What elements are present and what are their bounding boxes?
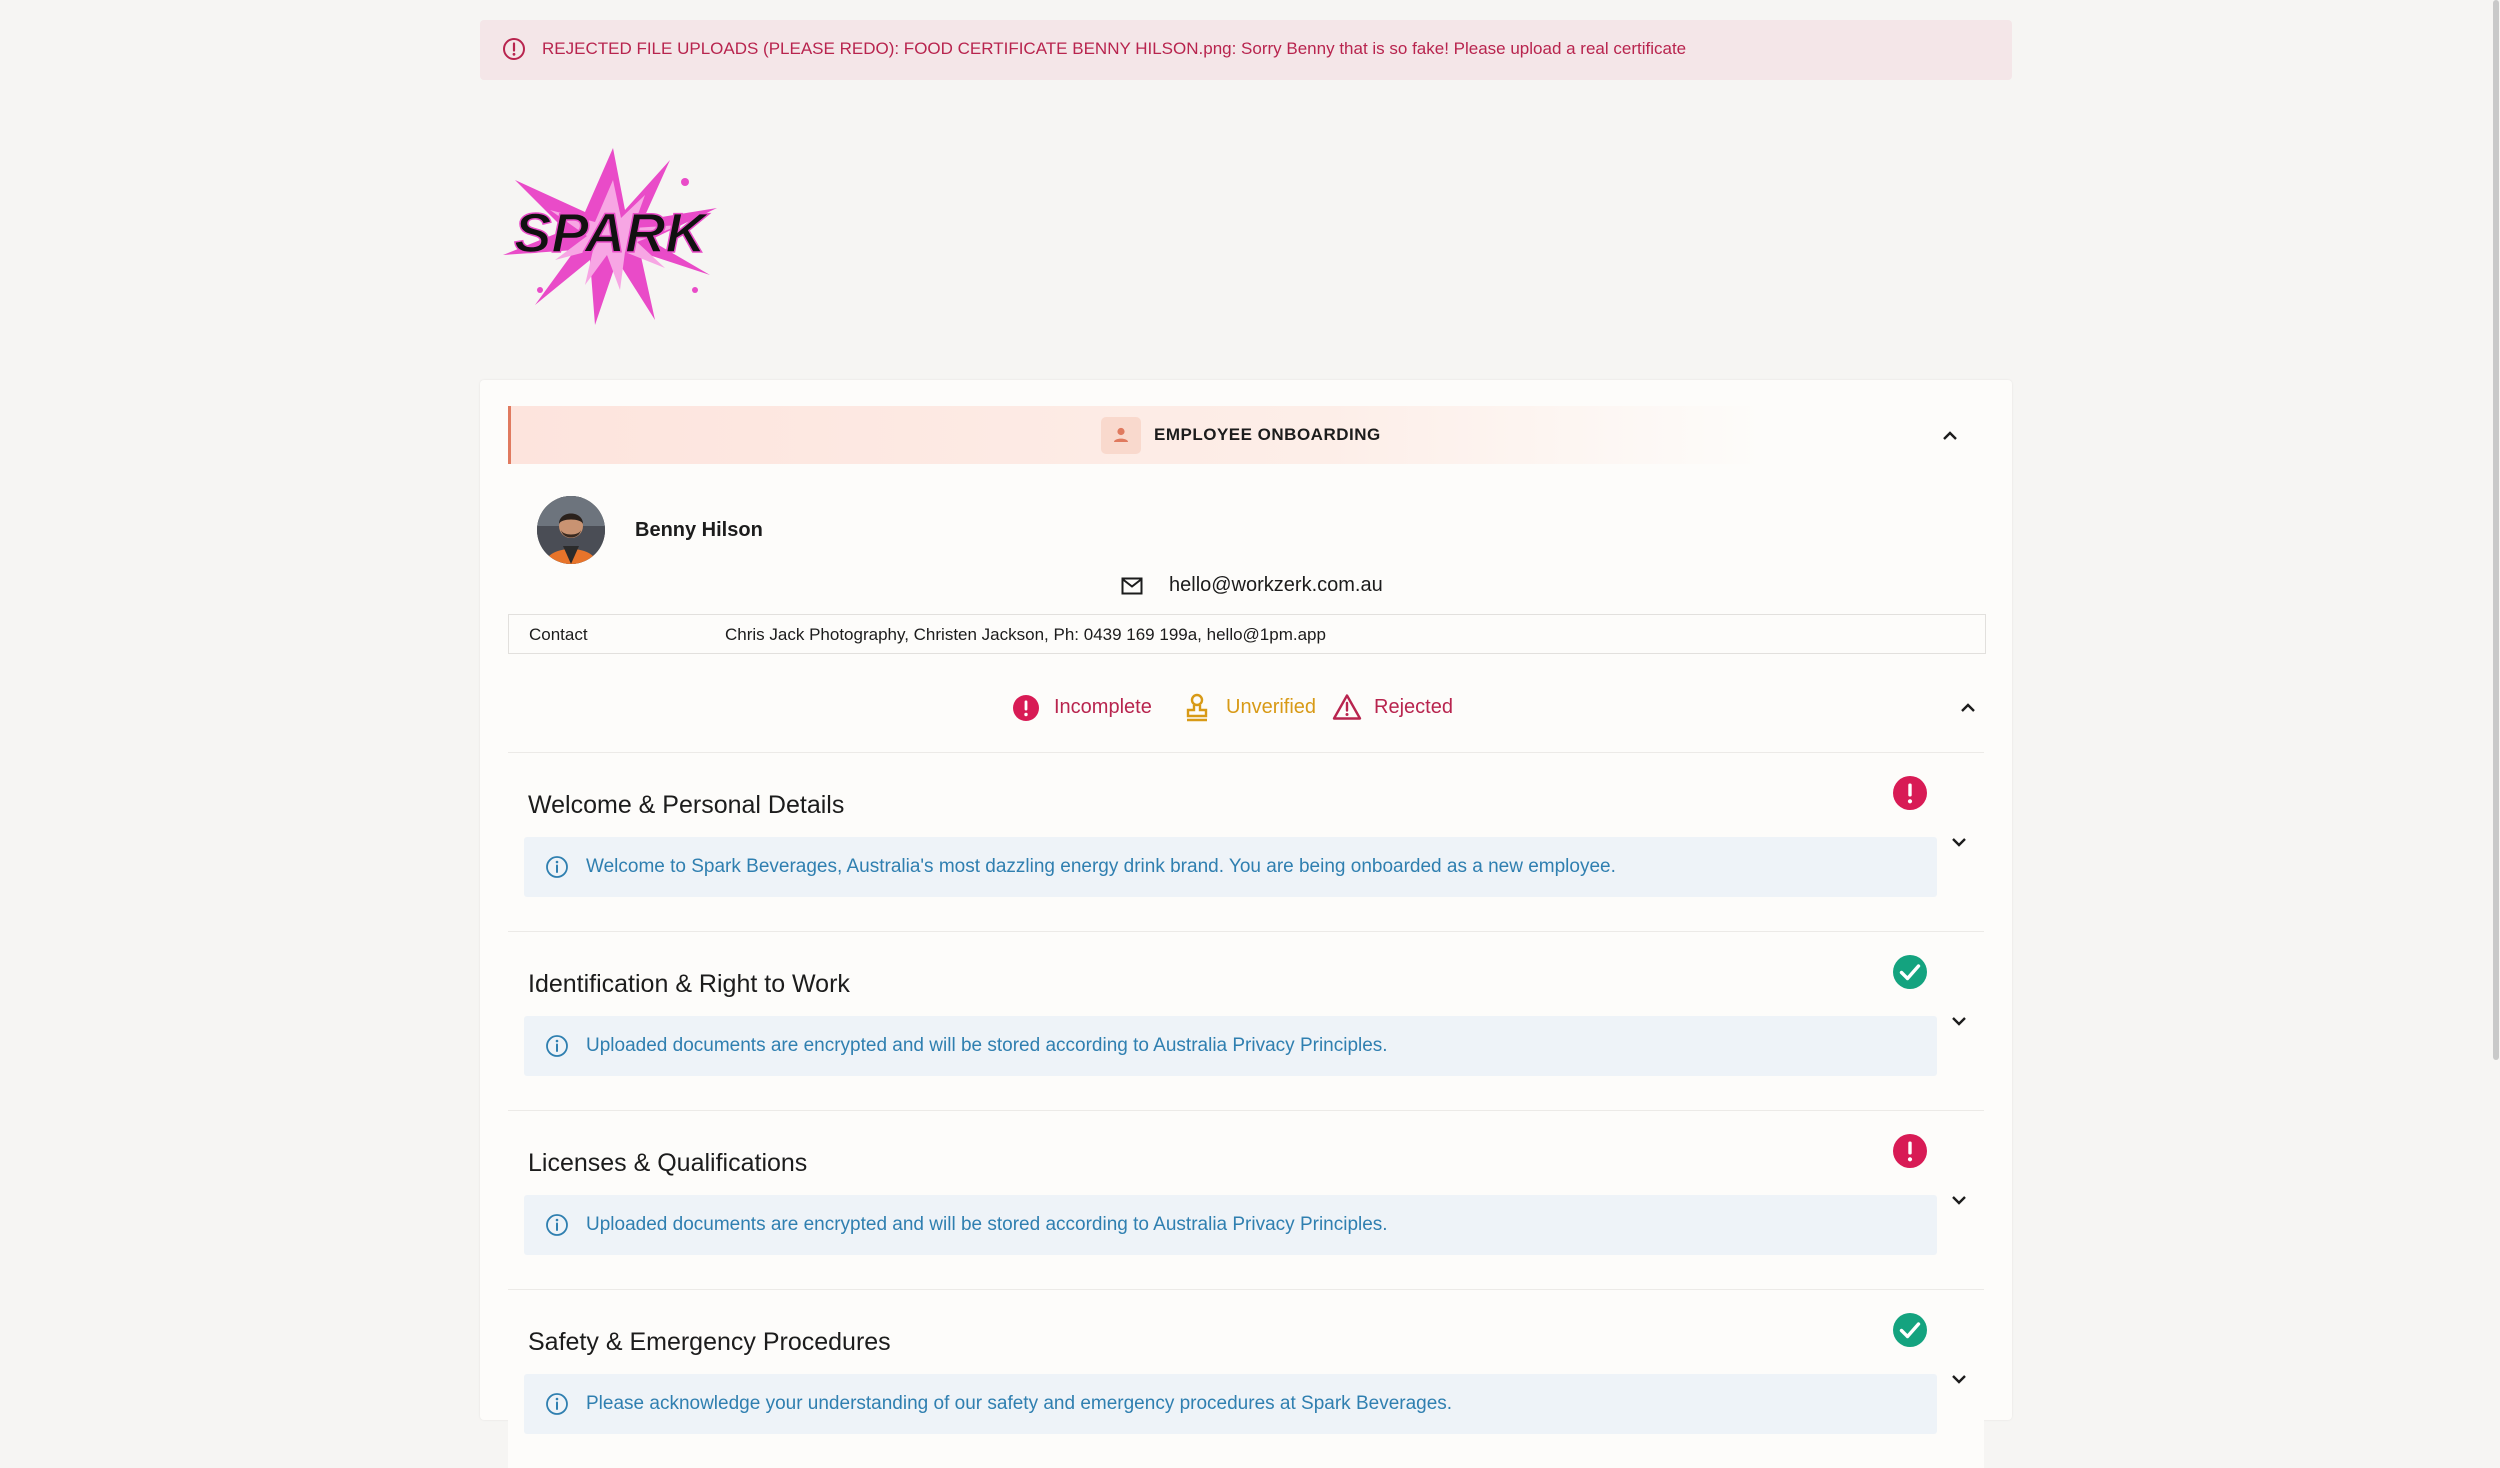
section-safety-emergency-procedures[interactable]: Safety & Emergency Procedures Please ack… [508, 1289, 1984, 1468]
person-badge-icon [1101, 417, 1141, 454]
chevron-down-icon[interactable] [1950, 1193, 1968, 1207]
onboarding-title: EMPLOYEE ONBOARDING [1154, 425, 1381, 444]
legend-rejected: Rejected [1374, 696, 1453, 718]
section-licenses-qualifications[interactable]: Licenses & Qualifications Uploaded docum… [508, 1110, 1984, 1289]
section-identification-right-to-work[interactable]: Identification & Right to Work Uploaded … [508, 931, 1984, 1110]
stamp-icon [1184, 693, 1210, 723]
section-info-box: Welcome to Spark Beverages, Australia's … [524, 837, 1937, 897]
spark-logo: SPARK [495, 140, 725, 330]
section-info-box: Please acknowledge your understanding of… [524, 1374, 1937, 1434]
section-title: Safety & Emergency Procedures [528, 1328, 891, 1356]
legend-unverified: Unverified [1226, 696, 1317, 718]
check-circle-icon [1892, 1312, 1928, 1348]
section-info-box: Uploaded documents are encrypted and wil… [524, 1195, 1937, 1255]
info-icon [545, 855, 569, 879]
section-info-box: Uploaded documents are encrypted and wil… [524, 1016, 1937, 1076]
alert-circle-icon [502, 37, 526, 61]
mail-icon [1121, 577, 1143, 595]
info-icon [545, 1213, 569, 1237]
check-circle-icon [1892, 954, 1928, 990]
incomplete-status-icon [1892, 1133, 1928, 1169]
onboarding-header[interactable]: EMPLOYEE ONBOARDING [508, 406, 1989, 464]
section-info-text: Uploaded documents are encrypted and wil… [586, 1214, 1388, 1235]
info-icon [545, 1034, 569, 1058]
chevron-down-icon[interactable] [1950, 1372, 1968, 1386]
warning-triangle-icon [1332, 693, 1362, 721]
contact-value: Chris Jack Photography, Christen Jackson… [725, 625, 1326, 644]
chevron-down-icon[interactable] [1950, 1014, 1968, 1028]
rejection-alert-banner: REJECTED FILE UPLOADS (PLEASE REDO): FOO… [480, 20, 2012, 80]
incomplete-status-icon [1012, 694, 1040, 722]
info-icon [545, 1392, 569, 1416]
section-welcome-personal-details[interactable]: Welcome & Personal Details Welcome to Sp… [508, 752, 1984, 931]
section-title: Identification & Right to Work [528, 970, 850, 998]
chevron-up-icon[interactable] [1959, 700, 1977, 714]
chevron-up-icon[interactable] [1941, 428, 1959, 442]
section-info-text: Uploaded documents are encrypted and wil… [586, 1035, 1388, 1056]
contact-label: Contact [529, 625, 588, 644]
onboarding-card: EMPLOYEE ONBOARDING Benny Hilson hello@w… [480, 380, 2012, 1468]
rejection-alert-text: REJECTED FILE UPLOADS (PLEASE REDO): FOO… [542, 39, 1687, 58]
scrollbar[interactable] [2493, 0, 2499, 1060]
contact-row: Contact Chris Jack Photography, Christen… [508, 614, 1986, 654]
avatar [537, 496, 605, 564]
section-info-text: Please acknowledge your understanding of… [586, 1393, 1453, 1414]
chevron-down-icon[interactable] [1950, 835, 1968, 849]
section-info-text: Welcome to Spark Beverages, Australia's … [586, 856, 1616, 877]
logo-wordmark: SPARK [514, 201, 709, 264]
legend-incomplete: Incomplete [1054, 696, 1152, 718]
employee-name: Benny Hilson [635, 519, 763, 541]
incomplete-status-icon [1892, 775, 1928, 811]
section-title: Welcome & Personal Details [528, 791, 845, 819]
section-title: Licenses & Qualifications [528, 1149, 808, 1177]
employee-email: hello@workzerk.com.au [1169, 574, 1383, 596]
